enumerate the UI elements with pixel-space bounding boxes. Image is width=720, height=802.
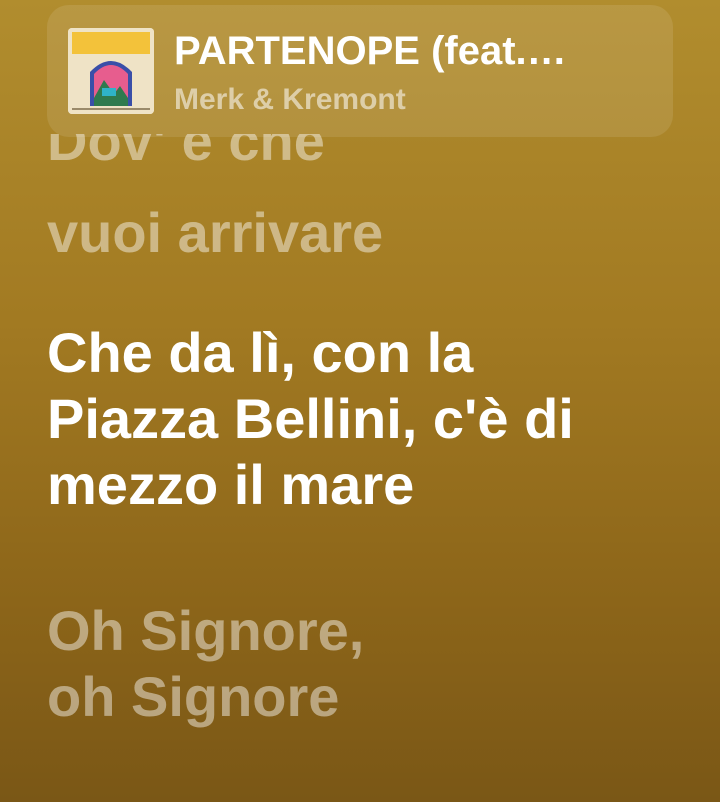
artist-name: Merk & Kremont (174, 83, 406, 116)
lyric-next-line-2: oh Signore (47, 665, 340, 728)
now-playing-header[interactable]: PARTENOPE (feat.… Merk & Kremont (47, 5, 673, 137)
album-art-icon (68, 28, 154, 114)
lyric-text: Dov' è che (47, 134, 325, 172)
lyric-current-line-3: mezzo il mare (47, 453, 415, 516)
lyric-current-line-1: Che da lì, con la (47, 321, 474, 384)
lyric-line-previous-partial[interactable]: Dov' è che (47, 134, 687, 178)
song-title: PARTENOPE (feat.… (174, 29, 567, 73)
album-art-graphic (68, 28, 154, 114)
lyric-next-line-1: Oh Signore, (47, 599, 365, 662)
lyric-line-current[interactable]: Che da lì, con la Piazza Bellini, c'è di… (47, 320, 687, 518)
lyric-line-next[interactable]: Oh Signore, oh Signore (47, 598, 687, 730)
lyric-current-line-2: Piazza Bellini, c'è di (47, 387, 574, 450)
lyric-line-previous[interactable]: vuoi arrivare (47, 200, 383, 266)
